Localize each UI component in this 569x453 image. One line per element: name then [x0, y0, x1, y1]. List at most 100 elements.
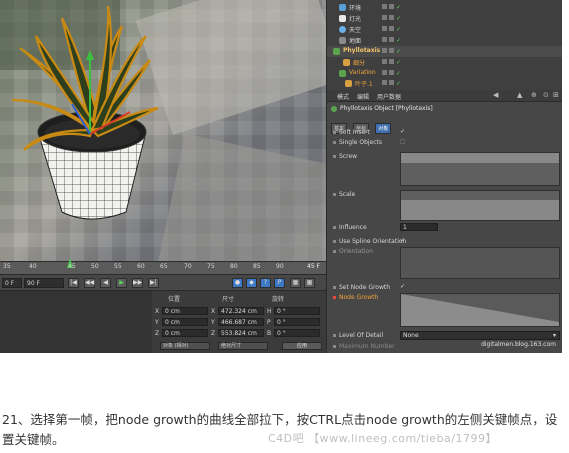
object-item[interactable]: 环境 ✓ [327, 2, 562, 13]
rotation-p-field[interactable]: 0 ° [274, 318, 320, 326]
rotation-h-field[interactable]: 0 ° [274, 307, 320, 315]
scale-curve-editor[interactable] [400, 190, 560, 221]
object-item[interactable]: 叶子.1 ✓ [327, 78, 562, 89]
potted-plant-model[interactable] [0, 0, 326, 261]
up-arrow-icon[interactable]: ▲ [517, 91, 522, 99]
scale-curve-fill [401, 200, 559, 220]
object-name: 细分 [353, 60, 366, 67]
floor-icon [339, 37, 346, 44]
tab-object[interactable]: 对象 [375, 123, 392, 134]
timeline-tick: 80 [230, 263, 238, 270]
visibility-flags[interactable]: ✓ [382, 4, 401, 11]
chevron-down-icon: ▾ [552, 332, 556, 339]
environment-icon [339, 4, 346, 11]
visibility-flags[interactable]: ✓ [382, 59, 401, 66]
timeline-tick: 90 [276, 263, 284, 270]
coord-row-x: X 0 cm X 472.324 cm H 0 ° [155, 307, 325, 316]
record-button[interactable]: ● [232, 278, 243, 288]
back-arrow-icon[interactable]: ◀ [493, 91, 498, 99]
phyllotaxis-icon [333, 48, 340, 55]
orientation-curve-editor[interactable] [400, 247, 560, 279]
play-button[interactable]: ▶ [116, 278, 127, 288]
influence-field[interactable]: 1 [400, 223, 438, 231]
help-button[interactable]: ? [260, 278, 271, 288]
object-name: 环境 [349, 5, 362, 12]
object-manager: 环境 ✓ 灯光 ✓ 天空 ✓ 地面 ✓ Phyllotaxis ✓ 细分 ✓ V… [326, 0, 562, 90]
visibility-flags[interactable]: ✓ [382, 70, 401, 77]
timeline-tick: 65 [160, 263, 168, 270]
layout-button[interactable]: ▦ [290, 278, 301, 288]
visibility-flags[interactable]: ✓ [382, 15, 401, 22]
position-header: 位置 [168, 296, 181, 303]
influence-label: Influence [333, 224, 367, 231]
timeline-tick: 85 [253, 263, 261, 270]
timeline-tick: 40 [29, 263, 37, 270]
leaf-icon [345, 80, 352, 87]
axis-label: B [267, 330, 272, 337]
forum-watermark: C4D吧 【www.lineeg.com/tieba/1799】 [268, 432, 497, 445]
set-node-growth-checkbox[interactable]: ✓ [400, 283, 405, 290]
menu-user-data[interactable]: 用户数据 [377, 92, 401, 101]
goto-start-button[interactable]: |◀ [68, 278, 79, 288]
level-of-detail-dropdown[interactable]: None ▾ [400, 331, 560, 340]
single-objects-label: Single Objects [333, 139, 382, 146]
new-panel-icon[interactable]: ⊞ [553, 91, 559, 99]
phyllotaxis-icon [331, 105, 337, 112]
size-y-field[interactable]: 466.687 cm [218, 318, 264, 326]
axis-label: Y [155, 319, 159, 326]
position-x-field[interactable]: 0 cm [162, 307, 208, 315]
search-icon[interactable]: ⊕ [531, 91, 537, 99]
apply-button[interactable]: 应用 [282, 342, 322, 350]
position-y-field[interactable]: 0 cm [162, 318, 208, 326]
object-name: 灯光 [349, 16, 362, 23]
visibility-flags[interactable]: ✓ [382, 37, 401, 44]
prev-key-button[interactable]: ◀◀ [84, 278, 95, 288]
prev-frame-button[interactable]: ◀ [100, 278, 111, 288]
layout-button-2[interactable]: ▦ [304, 278, 315, 288]
object-item-selected[interactable]: Phyllotaxis ✓ [327, 46, 562, 57]
object-item[interactable]: 地面 ✓ [327, 35, 562, 46]
lock-icon[interactable]: ⊙ [543, 91, 549, 99]
next-key-button[interactable]: ▶▶ [132, 278, 143, 288]
size-z-field[interactable]: 553.824 cm [218, 329, 264, 337]
coord-row-y: Y 0 cm Y 466.687 cm P 0 ° [155, 318, 325, 327]
position-z-field[interactable]: 0 cm [162, 329, 208, 337]
start-frame-field[interactable]: 0 F [2, 278, 22, 288]
subdivision-icon [343, 59, 350, 66]
object-name: Variation [349, 69, 376, 76]
object-item[interactable]: 细分 ✓ [327, 57, 562, 68]
menu-mode[interactable]: 模式 [337, 92, 349, 101]
use-spline-orientation-checkbox[interactable]: ✓ [400, 237, 405, 244]
node-growth-curve-editor[interactable] [400, 293, 560, 327]
end-frame-field[interactable]: 90 F [24, 278, 64, 288]
single-objects-checkbox[interactable]: □ [400, 138, 406, 145]
timeline-tick: 45 [68, 263, 76, 270]
soft-insert-checkbox[interactable]: ✓ [400, 128, 405, 135]
variation-icon [339, 70, 346, 77]
node-growth-curve[interactable] [401, 294, 559, 327]
screw-curve-fill [401, 153, 559, 163]
rotation-header: 旋转 [272, 296, 285, 303]
size-mode-dropdown[interactable]: 绝对尺寸 [218, 342, 268, 350]
size-x-field[interactable]: 472.324 cm [218, 307, 264, 315]
object-item[interactable]: 天空 ✓ [327, 24, 562, 35]
goto-end-button[interactable]: ▶| [148, 278, 159, 288]
timeline-ruler[interactable]: 35 40 45 50 55 60 65 70 75 80 85 90 45 F [0, 258, 326, 274]
visibility-flags[interactable]: ✓ [382, 26, 401, 33]
3d-viewport[interactable] [0, 0, 326, 261]
attribute-manager: 模式 编辑 用户数据 ◀ ▲ ⊕ ⊙ ⊞ Phyllotaxis Object … [326, 90, 562, 353]
keyframe-button[interactable]: ◆ [246, 278, 257, 288]
rotation-b-field[interactable]: 0 ° [274, 329, 320, 337]
visibility-flags[interactable]: ✓ [382, 80, 401, 87]
blog-watermark: digitalmen.blog.163.com [481, 341, 556, 348]
screw-curve-editor[interactable] [400, 152, 560, 186]
menu-edit[interactable]: 编辑 [357, 92, 369, 101]
axis-label: X [155, 308, 160, 315]
axis-label: X [211, 308, 216, 315]
parameter-key-button[interactable]: P [274, 278, 285, 288]
object-item[interactable]: 灯光 ✓ [327, 13, 562, 24]
coordinate-mode-dropdown[interactable]: 对象 (相对) [160, 342, 210, 350]
visibility-flags[interactable]: ✓ [382, 48, 401, 55]
node-growth-label[interactable]: Node Growth [333, 294, 378, 301]
orientation-label: Orientation [333, 248, 373, 255]
